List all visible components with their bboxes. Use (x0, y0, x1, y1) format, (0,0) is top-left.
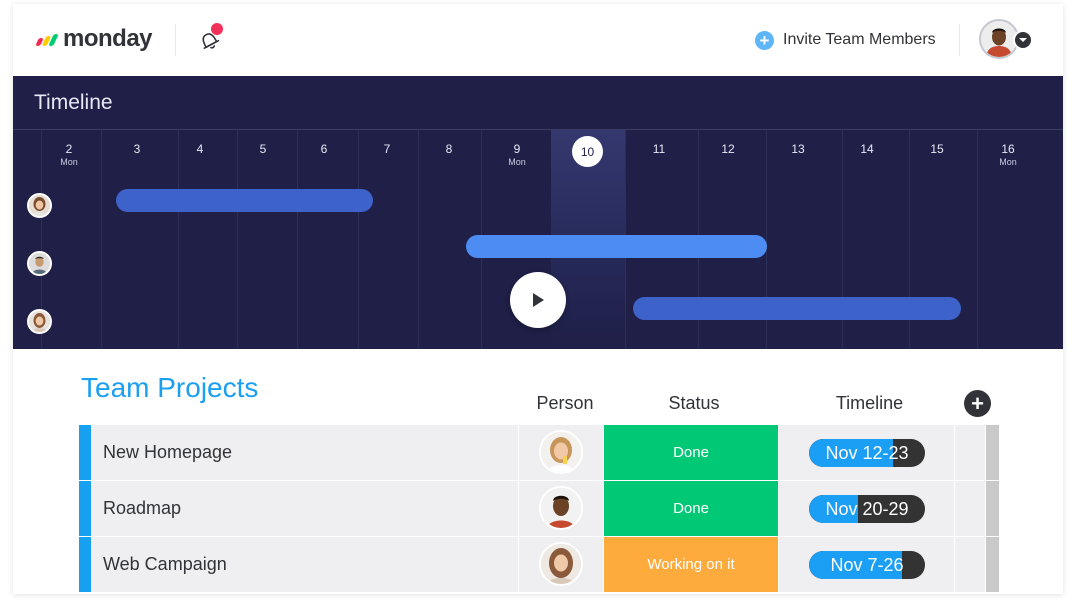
timeline-cell[interactable]: Nov 7-26 (779, 537, 954, 592)
group-color-indicator (79, 425, 91, 480)
monday-logo[interactable]: monday (35, 24, 153, 54)
timeline-bar[interactable] (466, 235, 767, 258)
item-name[interactable]: Roadmap (91, 481, 518, 536)
grid-line (101, 130, 102, 349)
today-marker: 10 (572, 136, 603, 167)
chevron-down-icon (1013, 30, 1033, 50)
avatar[interactable] (27, 309, 52, 334)
plus-circle-icon: + (755, 30, 774, 50)
timeline-day: 4 (196, 142, 204, 156)
timeline-day: 7 (383, 142, 391, 156)
timeline-pill: Nov 7-26 (809, 551, 925, 579)
timeline-day: 9 Mon (508, 142, 526, 167)
logo-mark-icon (35, 32, 59, 46)
status-cell[interactable]: Working on it (604, 537, 778, 592)
timeline-day: 2 Mon (60, 142, 78, 167)
avatar (539, 486, 583, 530)
timeline-range: Nov 12-23 (825, 443, 909, 463)
timeline-cell[interactable]: Nov 12-23 (779, 425, 954, 480)
group-color-indicator (79, 537, 91, 592)
timeline-bar[interactable] (116, 189, 373, 212)
timeline-pill: Nov 20-29 (809, 495, 925, 523)
timeline-day: 11 (652, 142, 666, 156)
column-header-status[interactable]: Status (607, 393, 781, 414)
timeline-range: Nov 7-26 (830, 555, 904, 575)
timeline-pill: Nov 12-23 (809, 439, 925, 467)
row-spacer (955, 537, 985, 592)
header-divider (175, 24, 176, 56)
column-header-person[interactable]: Person (523, 393, 607, 414)
top-header: monday + Invite Team Members (13, 4, 1063, 76)
person-cell[interactable] (519, 481, 603, 536)
play-icon (533, 293, 544, 307)
timeline-day: 15 (930, 142, 944, 156)
avatar (539, 542, 583, 586)
grid-line (178, 130, 179, 349)
status-cell[interactable]: Done (604, 425, 778, 480)
column-header-timeline[interactable]: Timeline (782, 393, 957, 414)
timeline-day: 6 (320, 142, 328, 156)
timeline-day: 5 (259, 142, 267, 156)
invite-members-label: Invite Team Members (783, 31, 936, 48)
avatar[interactable] (27, 193, 52, 218)
scrollbar[interactable] (986, 425, 999, 480)
notification-badge (211, 23, 223, 35)
timeline-title: Timeline (34, 91, 113, 114)
header-divider (959, 24, 960, 56)
scrollbar[interactable] (986, 537, 999, 592)
add-column-button[interactable]: + (964, 390, 991, 417)
avatar (539, 430, 583, 474)
avatar[interactable] (27, 251, 52, 276)
person-cell[interactable] (519, 537, 603, 592)
item-name[interactable]: Web Campaign (91, 537, 518, 592)
table-row[interactable]: Web Campaign Working on it Nov 7-26 (79, 537, 999, 592)
group-color-indicator (79, 481, 91, 536)
app-window: monday + Invite Team Members Timeline 2 … (13, 4, 1063, 594)
timeline-day: 8 (445, 142, 453, 156)
table-row[interactable]: Roadmap Done Nov 20-29 (79, 481, 999, 536)
grid-line (358, 130, 359, 349)
logo-text: monday (63, 25, 153, 52)
row-spacer (955, 425, 985, 480)
invite-members-button[interactable]: + Invite Team Members (755, 28, 936, 52)
person-cell[interactable] (519, 425, 603, 480)
timeline-day: 14 (860, 142, 874, 156)
profile-menu[interactable] (979, 19, 1039, 59)
grid-line (237, 130, 238, 349)
timeline-day: 12 (721, 142, 735, 156)
timeline-cell[interactable]: Nov 20-29 (779, 481, 954, 536)
timeline-range: Nov 20-29 (825, 499, 909, 519)
status-cell[interactable]: Done (604, 481, 778, 536)
timeline-divider (13, 129, 1063, 130)
timeline-panel: Timeline 2 Mon 3 4 5 6 7 8 9 Mon 10 11 12 … (13, 76, 1063, 349)
play-video-button[interactable] (510, 272, 566, 328)
timeline-bar[interactable] (633, 297, 961, 320)
grid-line (297, 130, 298, 349)
board-title: Team Projects (81, 372, 259, 403)
timeline-day: 16 Mon (999, 142, 1017, 167)
timeline-day: 3 (133, 142, 141, 156)
table-row[interactable]: New Homepage Done Nov 12-23 (79, 425, 999, 480)
row-spacer (955, 481, 985, 536)
grid-line (977, 130, 978, 349)
scrollbar[interactable] (986, 481, 999, 536)
item-name[interactable]: New Homepage (91, 425, 518, 480)
timeline-day: 13 (791, 142, 805, 156)
grid-line (418, 130, 419, 349)
